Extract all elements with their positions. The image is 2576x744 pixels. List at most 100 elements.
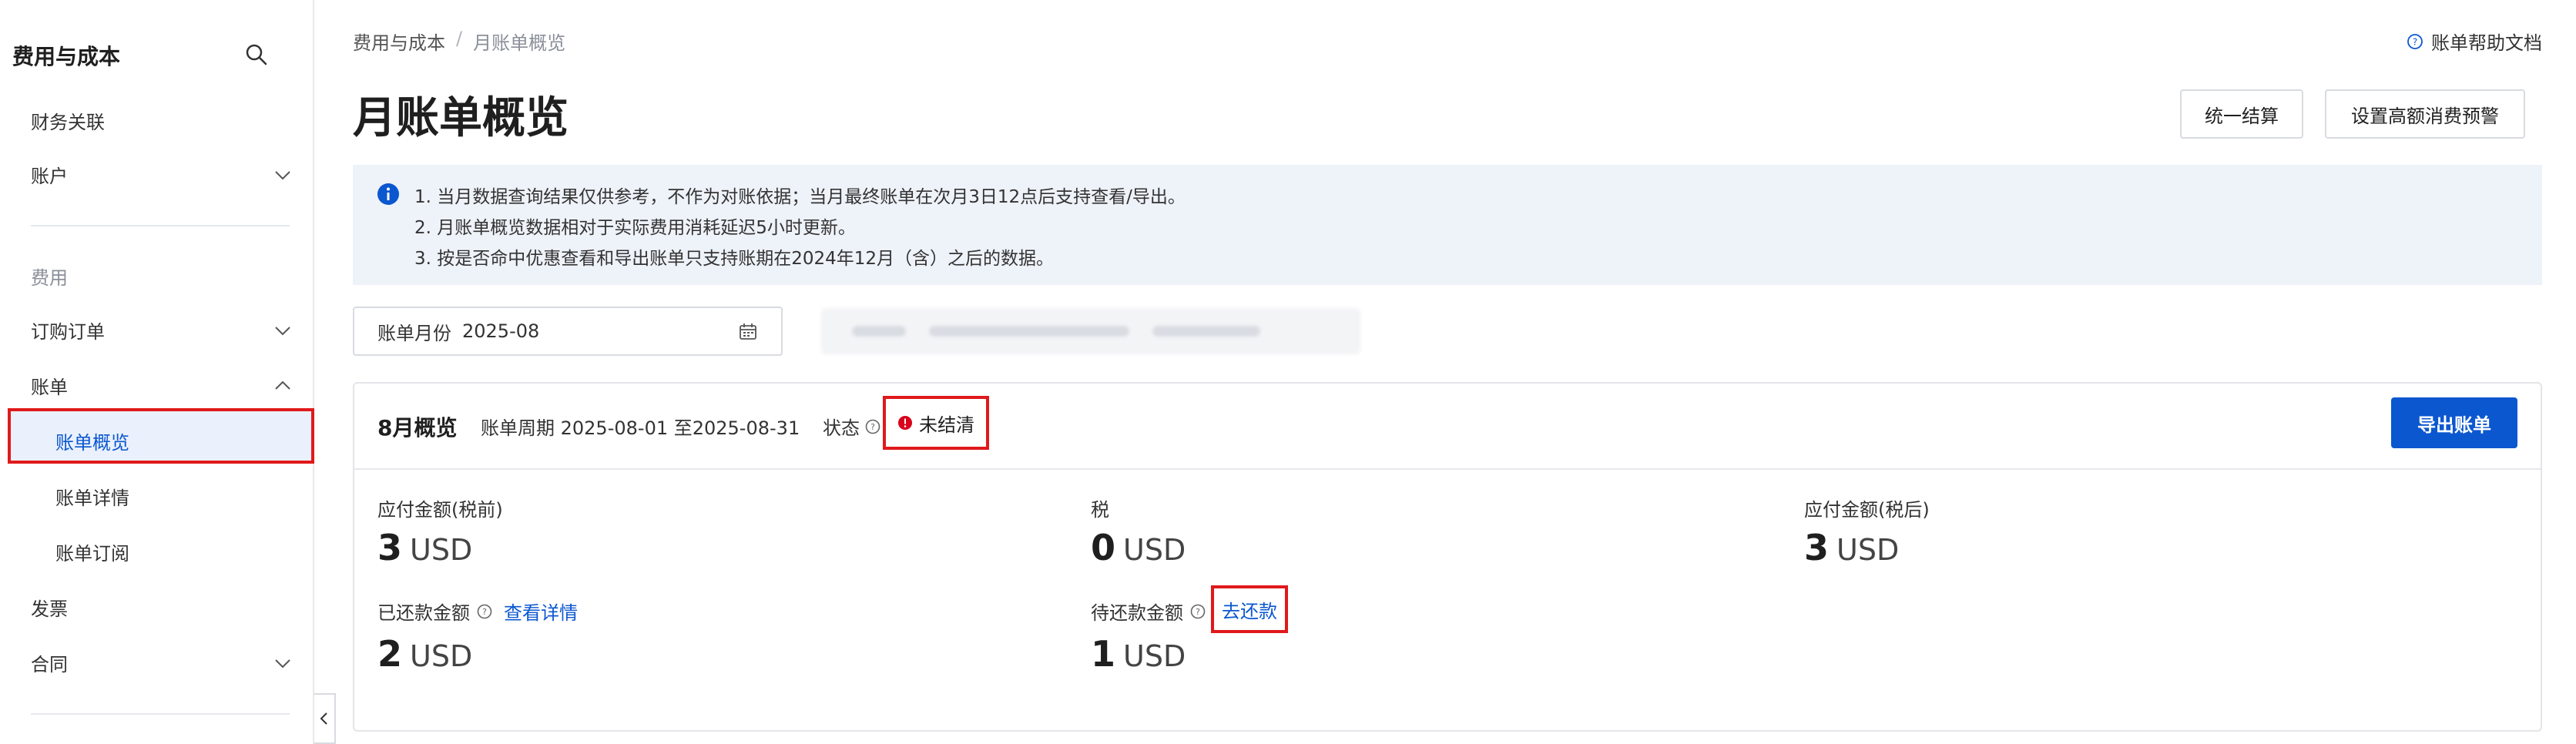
breadcrumb-current: 月账单概览	[473, 32, 566, 54]
payable-post-tax-label: 应付金额(税后)	[1804, 494, 1930, 521]
metric-unit: USD	[1123, 533, 1186, 567]
metric-label: 已还款金额	[377, 602, 470, 624]
metric-amount: 1	[1091, 633, 1116, 675]
metric-unit: USD	[410, 639, 473, 673]
sidebar-item-bill-overview[interactable]: 账单概览	[55, 425, 129, 456]
sidebar-item-invoice[interactable]: 发票	[31, 592, 68, 622]
sidebar-item-label: 合同	[31, 653, 68, 675]
sidebar-collapse-button[interactable]	[314, 693, 336, 744]
sidebar-item-bill-details[interactable]: 账单详情	[55, 481, 129, 511]
payable-pre-tax-label: 应付金额(税前)	[377, 494, 503, 521]
sidebar: 费用与成本 财务关联 账户 费用 订购订单 账单 账单概览 账单详情 账单订阅 …	[0, 0, 314, 744]
sidebar-item-bill[interactable]: 账单	[31, 370, 68, 400]
notice-line: 3. 按是否命中优惠查看和导出账单只支持账期在2024年12月（含）之后的数据。	[414, 249, 1055, 269]
export-bill-button[interactable]: 导出账单	[2391, 397, 2517, 448]
high-spend-alert-button[interactable]: 设置高额消费预警	[2325, 89, 2525, 139]
sidebar-group-fees: 费用	[31, 260, 68, 291]
help-doc-link[interactable]: ? 账单帮助文档	[2407, 28, 2542, 55]
sidebar-title: 费用与成本	[12, 44, 121, 69]
status-label-wrap: 状态 ?	[823, 413, 881, 440]
search-icon[interactable]	[243, 42, 270, 68]
unified-settlement-button[interactable]: 统一结算	[2180, 89, 2303, 139]
metric-amount: 3	[377, 527, 403, 568]
app-root: 费用与成本 财务关联 账户 费用 订购订单 账单 账单概览 账单详情 账单订阅 …	[0, 0, 2576, 744]
help-circle-icon[interactable]: ?	[1189, 603, 1206, 620]
metric-label: 待还款金额	[1091, 602, 1183, 624]
bill-month-label: 账单月份	[377, 322, 451, 344]
svg-text:?: ?	[1196, 607, 1200, 617]
error-icon	[898, 416, 912, 430]
sidebar-item-label: 账单	[31, 376, 68, 398]
repay-now-link[interactable]: 去还款	[1211, 585, 1288, 633]
sidebar-item-bill-subscription[interactable]: 账单订阅	[55, 536, 129, 567]
metric-unit: USD	[1123, 639, 1186, 673]
breadcrumb: 费用与成本 / 月账单概览	[353, 28, 565, 55]
svg-text:?: ?	[2413, 36, 2417, 47]
notice-line: 1. 当月数据查询结果仅供参考，不作为对账依据；当月最终账单在次月3日12点后支…	[414, 187, 1186, 207]
overview-month-title: 8月概览	[377, 415, 458, 441]
page-title: 月账单概览	[353, 93, 569, 143]
notice-banner: 1. 当月数据查询结果仅供参考，不作为对账依据；当月最终账单在次月3日12点后支…	[353, 165, 2542, 285]
repay-now-label: 去还款	[1222, 600, 1277, 622]
monthly-overview-card: 8月概览 账单周期 2025-08-01 至2025-08-31 状态 ? 未结…	[353, 382, 2542, 732]
bill-month-value: 2025-08	[462, 320, 540, 342]
sidebar-item-bill-overview-highlight	[8, 408, 314, 464]
notice-line: 2. 月账单概览数据相对于实际费用消耗延迟5小时更新。	[414, 218, 856, 238]
chevron-down-icon[interactable]	[271, 319, 294, 342]
sidebar-divider	[31, 225, 290, 226]
redacted-text	[852, 326, 906, 337]
chevron-up-icon[interactable]	[271, 374, 294, 397]
help-circle-icon[interactable]: ?	[476, 603, 493, 620]
sidebar-item-contract[interactable]: 合同	[31, 647, 68, 678]
sidebar-item-account[interactable]: 账户	[31, 159, 68, 189]
breadcrumb-separator: /	[456, 28, 463, 49]
metric-amount: 3	[1804, 527, 1830, 568]
sidebar-divider	[31, 713, 290, 715]
sidebar-item-finance-link[interactable]: 财务关联	[31, 105, 105, 136]
payable-post-tax-value: 3 USD	[1804, 527, 1899, 568]
status-badge: 未结清	[883, 396, 989, 450]
repaid-label: 已还款金额 ? 查看详情	[377, 598, 578, 625]
bill-month-picker[interactable]: 账单月份 2025-08	[353, 307, 783, 356]
chevron-down-icon[interactable]	[271, 652, 294, 675]
tax-label: 税	[1091, 494, 1109, 521]
status-value: 未结清	[919, 414, 974, 436]
metric-amount: 0	[1091, 527, 1116, 568]
metric-label: 应付金额(税后)	[1804, 499, 1930, 521]
overview-header: 8月概览 账单周期 2025-08-01 至2025-08-31 状态 ? 未结…	[354, 384, 2541, 470]
breadcrumb-root[interactable]: 费用与成本	[353, 28, 445, 55]
info-icon	[377, 183, 399, 205]
view-details-link[interactable]: 查看详情	[504, 598, 578, 625]
redacted-text	[929, 326, 1129, 337]
help-circle-icon: ?	[2407, 33, 2423, 49]
sidebar-item-label: 发票	[31, 598, 68, 620]
status-label: 状态	[823, 417, 860, 439]
metric-label: 税	[1091, 499, 1109, 521]
metric-label: 应付金额(税前)	[377, 499, 503, 521]
sidebar-group-label: 费用	[31, 266, 68, 289]
sidebar-item-label: 财务关联	[31, 111, 105, 133]
chevron-down-icon[interactable]	[271, 163, 294, 186]
redacted-text	[1152, 326, 1260, 337]
help-doc-label: 账单帮助文档	[2431, 32, 2542, 54]
metric-unit: USD	[1836, 533, 1900, 567]
sidebar-item-label: 账户	[31, 165, 68, 187]
sidebar-item-label: 账单详情	[55, 487, 129, 509]
sidebar-item-label: 账单订阅	[55, 542, 129, 565]
repaid-value: 2 USD	[377, 633, 472, 675]
svg-text:?: ?	[482, 607, 487, 617]
sidebar-item-orders[interactable]: 订购订单	[31, 314, 105, 345]
redacted-account-filter	[821, 308, 1360, 354]
payable-pre-tax-value: 3 USD	[377, 527, 472, 568]
bill-period: 账单周期 2025-08-01 至2025-08-31	[481, 417, 800, 439]
chevron-left-icon	[320, 712, 327, 725]
tax-value: 0 USD	[1091, 527, 1186, 568]
svg-text:?: ?	[870, 422, 875, 432]
metric-amount: 2	[377, 633, 403, 675]
calendar-icon	[740, 323, 756, 340]
sidebar-item-label: 账单概览	[55, 431, 129, 454]
help-circle-icon[interactable]: ?	[864, 418, 881, 435]
metric-unit: USD	[410, 533, 473, 567]
pending-label: 待还款金额 ?	[1091, 598, 1206, 625]
sidebar-item-label: 订购订单	[31, 320, 105, 343]
